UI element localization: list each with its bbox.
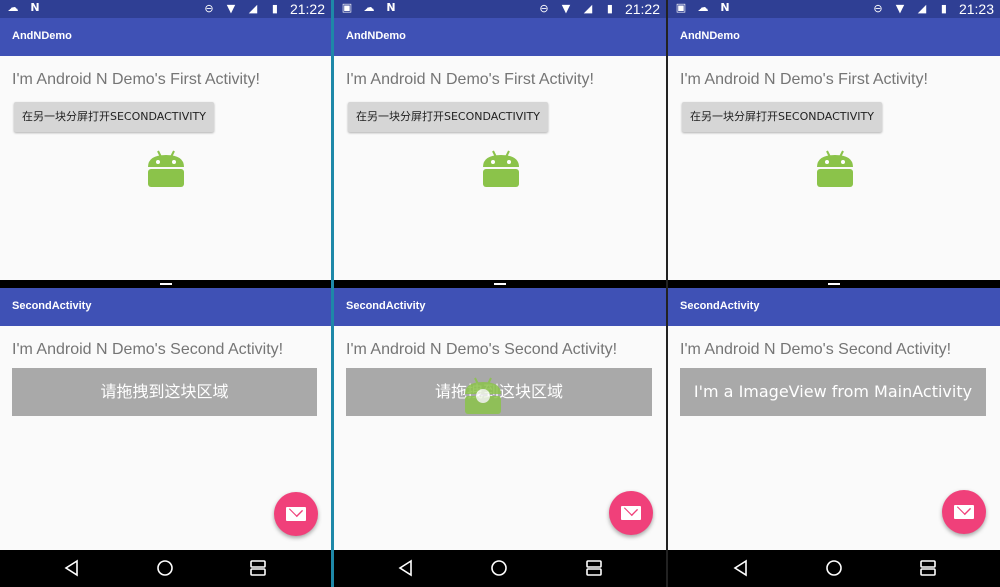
wifi-icon: ▼ [226,2,236,15]
navigation-bar [668,550,1000,587]
phone-screen-2: ▣ ☁ N ⊖ ▼ ◢ ▮ 21:22 AndNDemo I'm Android… [334,0,666,587]
divider-handle[interactable] [159,283,172,285]
wifi-icon: ▼ [895,2,905,15]
back-icon[interactable] [397,559,415,577]
app-bar: AndNDemo [0,18,331,56]
status-time: 21:23 [958,1,994,17]
weather-icon: ☁ [7,1,19,14]
phone-screen-3: ▣ ☁ N ⊖ ▼ ◢ ▮ 21:23 AndNDemo I'm Android… [668,0,1000,587]
open-second-activity-button[interactable]: 在另一块分屏打开SECONDACTIVITY [14,102,214,132]
n-notification-icon: N [30,1,40,14]
weather-icon: ☁ [363,1,375,14]
back-icon[interactable] [63,559,81,577]
weather-icon: ☁ [697,1,709,14]
status-time: 21:22 [624,1,660,17]
second-activity-text: I'm Android N Demo's Second Activity! [346,341,618,358]
image-notification-icon: ▣ [675,1,687,14]
first-activity-text: I'm Android N Demo's First Activity! [12,71,260,88]
open-second-activity-button[interactable]: 在另一块分屏打开SECONDACTIVITY [348,102,548,132]
second-activity-text: I'm Android N Demo's Second Activity! [680,341,952,358]
app-bar: AndNDemo [668,18,1000,56]
phone-screen-1: ☁ N ⊖ ▼ ◢ ▮ 21:22 AndNDemo I'm Android N… [0,0,331,587]
second-activity-text: I'm Android N Demo's Second Activity! [12,341,284,358]
n-notification-icon: N [720,1,730,14]
first-activity-content: I'm Android N Demo's First Activity! 在另一… [668,56,1000,280]
android-icon[interactable] [481,149,521,189]
app-bar: AndNDemo [334,18,666,56]
second-app-bar: SecondActivity [668,288,1000,326]
app-title: AndNDemo [346,30,406,42]
second-app-bar: SecondActivity [334,288,666,326]
home-icon[interactable] [156,559,174,577]
first-activity-text: I'm Android N Demo's First Activity! [680,71,928,88]
n-notification-icon: N [386,1,396,14]
mail-icon [954,505,974,519]
app-title: AndNDemo [12,30,72,42]
battery-icon: ▮ [271,2,278,15]
second-app-title: SecondActivity [12,300,92,312]
signal-icon: ◢ [583,2,593,15]
wifi-icon: ▼ [561,2,571,15]
do-not-disturb-icon: ⊖ [204,2,214,15]
status-bar: ▣ ☁ N ⊖ ▼ ◢ ▮ 21:23 [668,0,1000,18]
first-activity-content: I'm Android N Demo's First Activity! 在另一… [334,56,666,280]
app-title: AndNDemo [680,30,740,42]
mail-icon [286,507,306,521]
fab-button[interactable] [942,490,986,534]
status-bar: ▣ ☁ N ⊖ ▼ ◢ ▮ 21:22 [334,0,666,18]
battery-icon: ▮ [606,2,613,15]
split-screen-divider[interactable] [334,280,666,288]
status-time: 21:22 [289,1,325,17]
first-activity-text: I'm Android N Demo's First Activity! [346,71,594,88]
drop-zone[interactable]: I'm a ImageView from MainActivity [680,368,986,416]
android-icon[interactable] [815,149,855,189]
divider-handle[interactable] [494,283,506,285]
recents-split-icon[interactable] [585,559,603,577]
mail-icon [621,506,641,520]
signal-icon: ◢ [248,2,258,15]
do-not-disturb-icon: ⊖ [539,2,549,15]
fab-button[interactable] [609,491,653,535]
home-icon[interactable] [825,559,843,577]
second-app-bar: SecondActivity [0,288,331,326]
do-not-disturb-icon: ⊖ [873,2,883,15]
first-activity-content: I'm Android N Demo's First Activity! 在另一… [0,56,331,280]
second-app-title: SecondActivity [346,300,426,312]
home-icon[interactable] [490,559,508,577]
signal-icon: ◢ [917,2,927,15]
open-second-activity-button[interactable]: 在另一块分屏打开SECONDACTIVITY [682,102,882,132]
status-bar: ☁ N ⊖ ▼ ◢ ▮ 21:22 [0,0,331,18]
split-screen-divider[interactable] [668,280,1000,288]
drop-zone[interactable]: 请拖拽到这块区域 [12,368,317,416]
back-icon[interactable] [732,559,750,577]
recents-split-icon[interactable] [249,559,267,577]
navigation-bar [0,550,331,587]
image-notification-icon: ▣ [341,1,353,14]
android-icon[interactable] [146,149,186,189]
divider-handle[interactable] [828,283,840,285]
recents-split-icon[interactable] [919,559,937,577]
battery-icon: ▮ [940,2,947,15]
dragging-android-icon[interactable] [463,376,503,416]
second-app-title: SecondActivity [680,300,760,312]
split-screen-divider[interactable] [0,280,331,288]
navigation-bar [334,550,666,587]
fab-button[interactable] [274,492,318,536]
